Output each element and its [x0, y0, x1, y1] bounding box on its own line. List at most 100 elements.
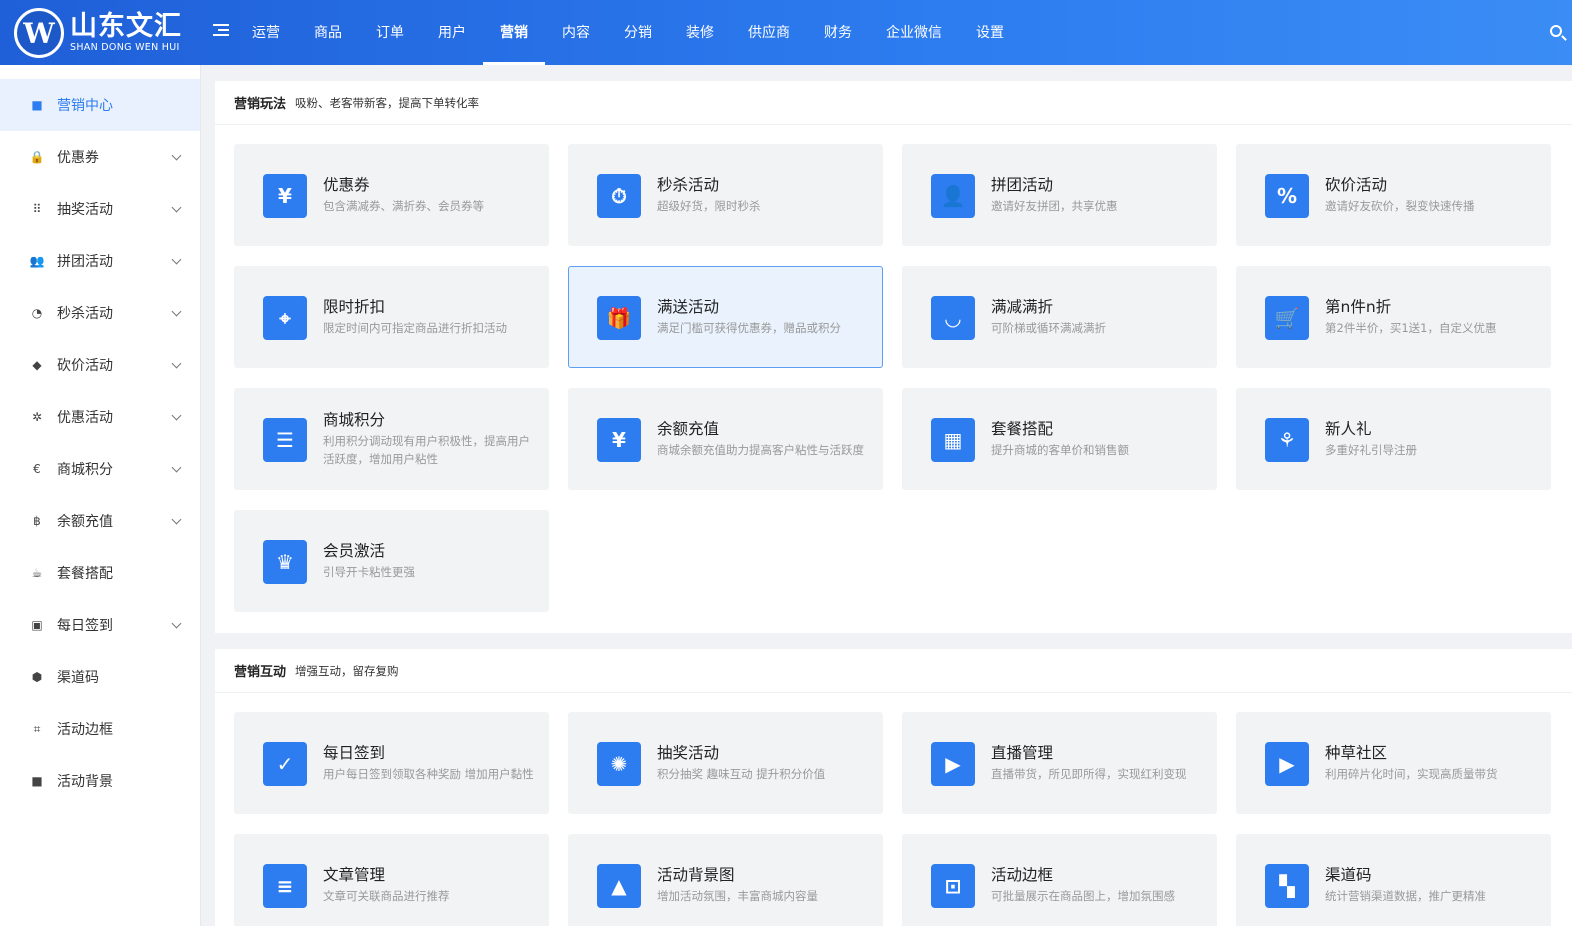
card-text: 第n件n折 第2件半价，买1送1，自定义优惠: [1325, 267, 1540, 367]
card-description: 引导开卡粘性更强: [323, 565, 415, 579]
card-description: 包含满减券、满折券、会员券等: [323, 199, 484, 213]
menu-toggle-icon[interactable]: [213, 24, 229, 38]
card-description: 邀请好友砍价，裂变快速传播: [1325, 199, 1475, 213]
frame-icon: ⊡: [931, 864, 975, 908]
card-text: 满减满折 可阶梯或循环满减满折: [991, 267, 1206, 367]
nav-item[interactable]: 设置: [959, 0, 1021, 65]
card-description: 限定时间内可指定商品进行折扣活动: [323, 321, 507, 335]
gift-icon: 🎁: [597, 296, 641, 340]
feature-card[interactable]: ▲ 活动背景图 增加活动氛围，丰富商城内容量: [568, 834, 883, 926]
card-text: 满送活动 满足门槛可获得优惠券，赠品或积分: [657, 267, 872, 367]
card-text: 活动边框 可批量展示在商品图上，增加氛围感: [991, 835, 1206, 926]
sidebar-item[interactable]: ⌗ 活动边框: [0, 703, 200, 755]
card-text: 文章管理 文章可关联商品进行推荐: [323, 835, 538, 926]
feature-card[interactable]: ¥ 优惠券 包含满减券、满折券、会员券等: [234, 144, 549, 246]
cube-icon: ⬢: [31, 670, 43, 684]
nav-item[interactable]: 内容: [545, 0, 607, 65]
card-description: 第2件半价，买1送1，自定义优惠: [1325, 321, 1497, 335]
sidebar-item-label: 余额充值: [57, 514, 113, 530]
feature-card[interactable]: ¥ 余额充值 商城余额充值助力提高客户粘性与活跃度: [568, 388, 883, 490]
card-description: 可批量展示在商品图上，增加氛围感: [991, 889, 1175, 903]
card-title: 每日签到: [323, 744, 386, 762]
feature-card[interactable]: ⏱ 秒杀活动 超级好货，限时秒杀: [568, 144, 883, 246]
card-description: 商城余额充值助力提高客户粘性与活跃度: [657, 443, 864, 457]
feature-card[interactable]: ◡ 满减满折 可阶梯或循环满减满折: [902, 266, 1217, 368]
crop-icon: ⌗: [33, 721, 41, 736]
feature-card[interactable]: ✺ 抽奖活动 积分抽奖 趣味互动 提升积分价值: [568, 712, 883, 814]
feature-card[interactable]: ⚘ 新人礼 多重好礼引导注册: [1236, 388, 1551, 490]
sidebar-item[interactable]: ⬢ 渠道码: [0, 651, 200, 703]
card-title: 会员激活: [323, 542, 386, 560]
apps-icon: ▦: [931, 418, 975, 462]
sidebar-item[interactable]: ◆ 砍价活动: [0, 339, 200, 391]
sidebar-item-label: 套餐搭配: [57, 566, 113, 582]
sidebar-item[interactable]: € 商城积分: [0, 443, 200, 495]
card-description: 提升商城的客单价和销售额: [991, 443, 1129, 457]
sidebar-item[interactable]: 👥 拼团活动: [0, 235, 200, 287]
user-icon: 👤: [931, 174, 975, 218]
sidebar-item[interactable]: ■ 营销中心: [0, 79, 200, 131]
feature-card[interactable]: ⌖ 限时折扣 限定时间内可指定商品进行折扣活动: [234, 266, 549, 368]
nav-item[interactable]: 装修: [669, 0, 731, 65]
chevron-down-icon: [171, 462, 182, 473]
card-title: 直播管理: [991, 744, 1054, 762]
sidebar-item[interactable]: ▣ 每日签到: [0, 599, 200, 651]
nav-item[interactable]: 财务: [807, 0, 869, 65]
card-text: 新人礼 多重好礼引导注册: [1325, 389, 1540, 489]
card-description: 利用积分调动现有用户积极性，提高用户活跃度，增加用户粘性: [323, 434, 530, 466]
logo-name-cn: 山东文汇: [70, 11, 182, 42]
card-description: 增加活动氛围，丰富商城内容量: [657, 889, 818, 903]
card-title: 满减满折: [991, 298, 1054, 316]
section-header: 营销玩法 吸粉、老客带新客，提高下单转化率: [215, 81, 1572, 125]
feature-card[interactable]: ☰ 商城积分 利用积分调动现有用户积极性，提高用户活跃度，增加用户粘性: [234, 388, 549, 490]
sidebar-item-label: 拼团活动: [57, 254, 113, 270]
feature-card[interactable]: ▶ 直播管理 直播带货，所见即所得，实现红利变现: [902, 712, 1217, 814]
nav-item[interactable]: 商品: [297, 0, 359, 65]
feature-card[interactable]: % 砍价活动 邀请好友砍价，裂变快速传播: [1236, 144, 1551, 246]
feature-card[interactable]: 🎁 满送活动 满足门槛可获得优惠券，赠品或积分: [568, 266, 883, 368]
nav-item[interactable]: 供应商: [731, 0, 807, 65]
card-title: 抽奖活动: [657, 744, 720, 762]
brand-logo[interactable]: W 山东文汇 SHAN DONG WEN HUI: [14, 8, 182, 58]
balloon-icon: ⚘: [1265, 418, 1309, 462]
nav-item[interactable]: 分销: [607, 0, 669, 65]
nav-item[interactable]: 运营: [235, 0, 297, 65]
wheel-icon: ✺: [597, 742, 641, 786]
tv-play-icon: ▶: [931, 742, 975, 786]
feature-card[interactable]: 🛒 第n件n折 第2件半价，买1送1，自定义优惠: [1236, 266, 1551, 368]
card-text: 秒杀活动 超级好货，限时秒杀: [657, 145, 872, 245]
nav-item[interactable]: 企业微信: [869, 0, 959, 65]
euro-icon: €: [33, 462, 41, 476]
feature-card[interactable]: ✓ 每日签到 用户每日签到领取各种奖励 增加用户黏性: [234, 712, 549, 814]
sidebar-item[interactable]: ■ 活动背景: [0, 755, 200, 807]
sidebar-item[interactable]: ฿ 余额充值: [0, 495, 200, 547]
card-description: 利用碎片化时间，实现高质量带货: [1325, 767, 1498, 781]
feature-card[interactable]: ▶ 种草社区 利用碎片化时间，实现高质量带货: [1236, 712, 1551, 814]
sidebar: ■ 营销中心 🔒 优惠券 ⠿ 抽奖活动 👥 拼团活动 ◔ 秒杀活动 ◆ 砍价活动 ✲ 优惠活动 € 商城积分 ฿…: [0, 65, 201, 926]
feature-card[interactable]: ▚ 渠道码 统计营销渠道数据，推广更精准: [1236, 834, 1551, 926]
coupon-icon: ¥: [263, 174, 307, 218]
card-title: 文章管理: [323, 866, 386, 884]
feature-card[interactable]: ▦ 套餐搭配 提升商城的客单价和销售额: [902, 388, 1217, 490]
feature-card[interactable]: ⊡ 活动边框 可批量展示在商品图上，增加氛围感: [902, 834, 1217, 926]
sidebar-item[interactable]: 🔒 优惠券: [0, 131, 200, 183]
lock-icon: 🔒: [29, 150, 45, 164]
sidebar-item[interactable]: ✲ 优惠活动: [0, 391, 200, 443]
chevron-down-icon: [171, 150, 182, 161]
card-title: 砍价活动: [1325, 176, 1388, 194]
nav-item[interactable]: 用户: [421, 0, 483, 65]
feature-card[interactable]: ≡ 文章管理 文章可关联商品进行推荐: [234, 834, 549, 926]
sidebar-item-label: 活动背景: [57, 774, 113, 790]
feature-card[interactable]: ♛ 会员激活 引导开卡粘性更强: [234, 510, 549, 612]
sidebar-item[interactable]: ☕ 套餐搭配: [0, 547, 200, 599]
logo-text: 山东文汇 SHAN DONG WEN HUI: [70, 12, 182, 54]
nav-item[interactable]: 营销: [483, 0, 545, 65]
search-icon[interactable]: [1550, 25, 1562, 37]
logo-name-en: SHAN DONG WEN HUI: [70, 42, 180, 53]
card-text: 拼团活动 邀请好友拼团，共享优惠: [991, 145, 1206, 245]
nav-item[interactable]: 订单: [359, 0, 421, 65]
feature-card[interactable]: 👤 拼团活动 邀请好友拼团，共享优惠: [902, 144, 1217, 246]
qrcode-icon: ▚: [1265, 864, 1309, 908]
sidebar-item[interactable]: ⠿ 抽奖活动: [0, 183, 200, 235]
sidebar-item[interactable]: ◔ 秒杀活动: [0, 287, 200, 339]
